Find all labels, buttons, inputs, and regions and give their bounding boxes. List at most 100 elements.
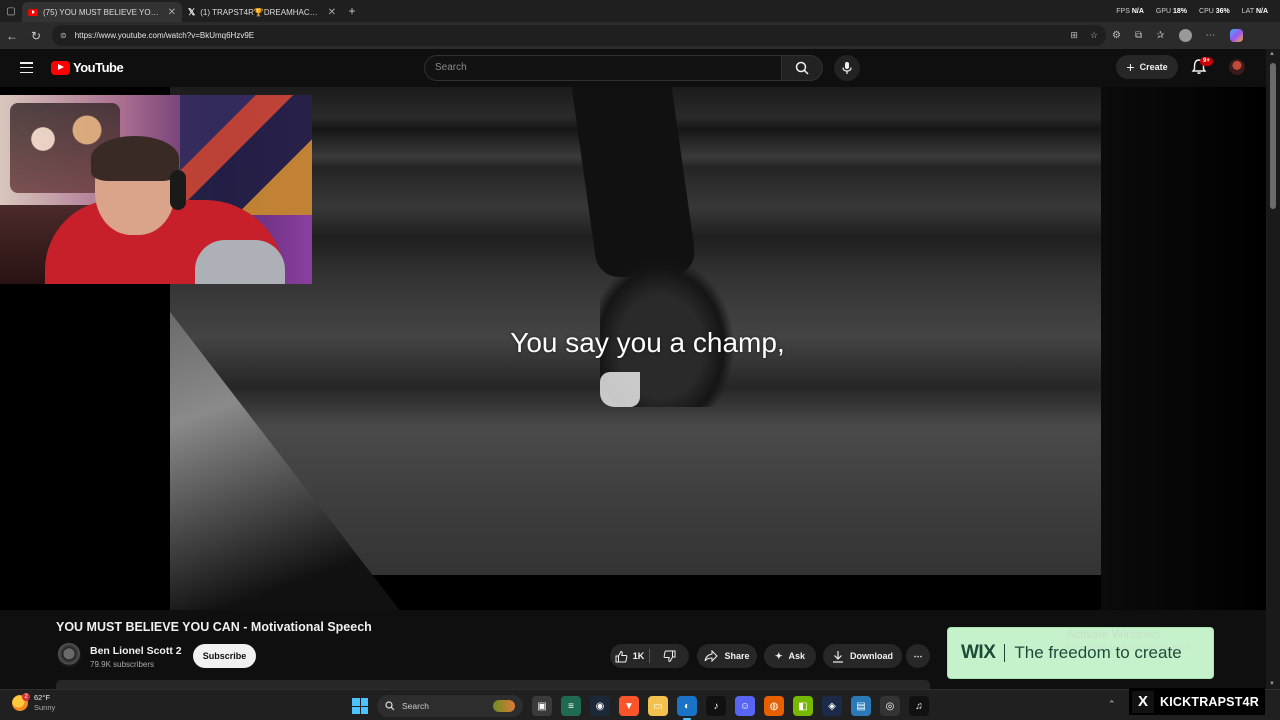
fps-stat: FPS N/A — [1116, 7, 1144, 15]
thumbs-up-icon — [615, 650, 628, 662]
channel-name[interactable]: Ben Lionel Scott 2 — [90, 645, 182, 657]
page-scrollbar[interactable]: ▲ ▼ — [1266, 49, 1280, 689]
download-button[interactable]: Download — [823, 644, 902, 668]
tab-actions-icon[interactable]: ▢ — [0, 0, 22, 22]
search-input[interactable]: Search — [424, 55, 781, 81]
stream-overlay-banner: X KICKTRAPST4R — [1129, 688, 1265, 715]
voice-search-button[interactable] — [834, 55, 860, 81]
more-options-icon[interactable]: ⋯ — [1206, 30, 1216, 41]
subscribe-button[interactable]: Subscribe — [193, 644, 256, 668]
tiktok-icon[interactable]: ♪ — [706, 696, 726, 716]
download-icon — [833, 650, 843, 663]
ask-button[interactable]: ✦ Ask — [764, 644, 816, 668]
search-button[interactable] — [781, 55, 823, 81]
webcam-person — [45, 136, 285, 284]
ask-label: Ask — [788, 651, 806, 661]
search-highlight-icon — [493, 700, 515, 712]
tab-title: (1) TRAPST4R🏆DREAMHACK AT — [200, 7, 323, 17]
youtube-icon — [28, 8, 38, 16]
weather-widget[interactable]: 2 62°F Sunny — [12, 693, 55, 713]
share-button[interactable]: Share — [697, 644, 757, 668]
x-icon: X — [1132, 690, 1154, 713]
taskbar-apps: Search ▣ ≡ ◉ ▼ ▭ ◐ ♪ ☺ ◍ ◧ ◈ ▤ ◎ ♫ — [352, 695, 929, 720]
new-tab-button[interactable]: + — [342, 4, 362, 18]
like-button[interactable]: 1K — [610, 644, 649, 668]
profile-icon[interactable] — [1178, 29, 1192, 42]
close-icon[interactable]: ✕ — [328, 7, 336, 18]
copilot-icon[interactable] — [1229, 29, 1243, 42]
steam-icon[interactable]: ◉ — [590, 696, 610, 716]
share-label: Share — [724, 651, 750, 661]
browser-toolbar: ← ↻ ⊜ https://www.youtube.com/watch?v=Bk… — [0, 22, 1280, 49]
subscriber-count: 79.9K subscribers — [90, 660, 155, 669]
thumbs-down-icon — [663, 650, 676, 662]
browser-tab-strip: ▢ (75) YOU MUST BELIEVE YOU CAN ✕ 𝕏 (1) … — [0, 0, 1280, 22]
youtube-logo[interactable]: YouTube — [51, 60, 124, 75]
cpu-stat: CPU 36% — [1199, 7, 1230, 15]
tray-chevron-icon[interactable]: ⌃ — [1108, 699, 1116, 710]
menu-icon[interactable] — [20, 62, 33, 73]
sparkle-icon: ✦ — [774, 650, 783, 661]
dislike-button[interactable] — [650, 644, 689, 668]
video-caption: You say you a champ, — [510, 327, 785, 358]
tab-title: (75) YOU MUST BELIEVE YOU CAN — [43, 7, 163, 17]
lat-stat: LAT N/A — [1241, 7, 1268, 15]
scroll-up-icon[interactable]: ▲ — [1269, 51, 1275, 57]
url-text: https://www.youtube.com/watch?v=BkUmq6Hz… — [74, 31, 255, 40]
weather-badge: 2 — [22, 693, 30, 701]
task-view-icon[interactable]: ▣ — [532, 696, 552, 716]
taskbar-search[interactable]: Search — [377, 695, 523, 717]
notifications-badge: 9+ — [1200, 57, 1213, 66]
like-count: 1K — [632, 651, 645, 661]
account-avatar[interactable] — [1229, 59, 1245, 75]
favorites-icon[interactable]: ✰ — [1156, 30, 1164, 41]
obs-icon[interactable]: ◎ — [880, 696, 900, 716]
tiktok-live-icon[interactable]: ♫ — [909, 696, 929, 716]
windows-start-icon[interactable] — [352, 698, 368, 714]
activate-windows-subtitle: Go to Settings to activate Windows. — [1066, 643, 1193, 652]
youtube-masthead: YouTube Search + Create 9+ — [0, 49, 1266, 87]
close-icon[interactable]: ✕ — [168, 7, 176, 18]
scroll-down-icon[interactable]: ▼ — [1269, 681, 1275, 687]
x-icon: 𝕏 — [188, 6, 196, 17]
weather-temperature: 62°F — [34, 693, 50, 702]
address-bar[interactable]: ⊜ https://www.youtube.com/watch?v=BkUmq6… — [52, 25, 1106, 46]
scroll-thumb[interactable] — [1270, 63, 1276, 209]
file-explorer-icon[interactable]: ▭ — [648, 696, 668, 716]
search-icon — [385, 701, 395, 711]
favorite-star-icon[interactable]: ☆ — [1090, 30, 1098, 41]
activate-windows-watermark: Activate Windows — [1066, 627, 1161, 641]
weather-description: Sunny — [34, 703, 56, 712]
plus-icon: + — [1126, 59, 1135, 75]
gpu-stat: GPU 18% — [1155, 7, 1188, 15]
video-letterbox — [1101, 87, 1266, 610]
site-info-icon[interactable]: ⊜ — [60, 31, 67, 40]
more-icon: ⋯ — [913, 650, 923, 661]
brave-icon[interactable]: ▼ — [619, 696, 639, 716]
video-shoe-sole-shape — [600, 372, 640, 407]
back-icon[interactable]: ← — [0, 29, 24, 43]
create-label: Create — [1139, 62, 1168, 72]
extension-icon[interactable]: ⚙ — [1112, 30, 1121, 41]
nvidia-icon[interactable]: ◧ — [793, 696, 813, 716]
more-actions-button[interactable]: ⋯ — [906, 644, 930, 668]
reload-icon[interactable]: ↻ — [24, 29, 48, 43]
edge-icon[interactable]: ◐ — [677, 696, 697, 720]
headset-icon — [170, 170, 186, 210]
firefox-icon[interactable]: ◍ — [764, 696, 784, 716]
monitor-app-icon[interactable]: ▤ — [851, 696, 871, 716]
app-icon[interactable]: ◈ — [822, 696, 842, 716]
video-title: YOU MUST BELIEVE YOU CAN - Motivational … — [56, 620, 372, 634]
split-screen-icon[interactable]: ⧉ — [1135, 30, 1142, 41]
youtube-play-icon — [51, 60, 70, 75]
streamer-webcam — [0, 95, 312, 284]
notepad-icon[interactable]: ≡ — [561, 696, 581, 716]
youtube-logo-text: YouTube — [73, 60, 124, 75]
channel-avatar[interactable] — [57, 643, 81, 667]
tab-x[interactable]: 𝕏 (1) TRAPST4R🏆DREAMHACK AT ✕ — [182, 2, 342, 22]
tab-youtube[interactable]: (75) YOU MUST BELIEVE YOU CAN ✕ — [22, 2, 182, 22]
like-dislike-group: 1K — [610, 644, 689, 668]
app-available-icon[interactable]: ⊞ — [1070, 30, 1078, 41]
create-button[interactable]: + Create — [1116, 55, 1178, 79]
discord-icon[interactable]: ☺ — [735, 696, 755, 716]
